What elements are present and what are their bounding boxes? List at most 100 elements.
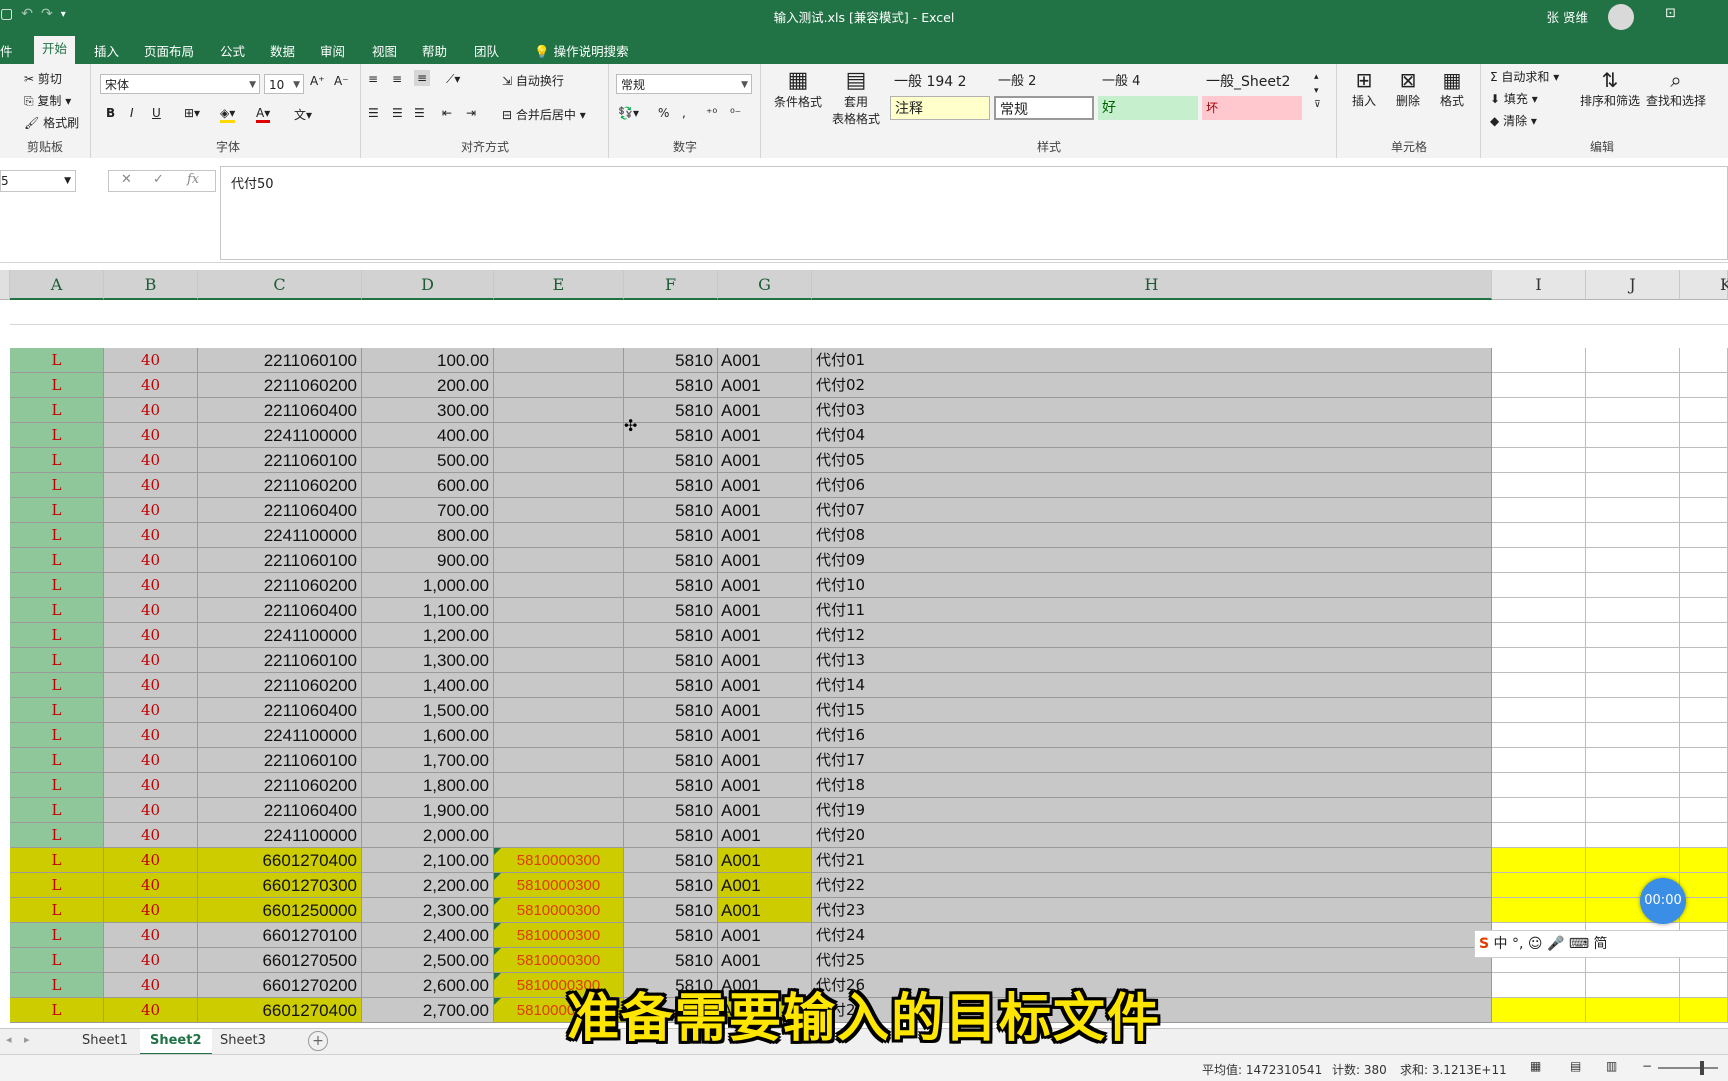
cell-d[interactable]: 1,000.00 bbox=[362, 573, 494, 598]
cell-c[interactable]: 2211060200 bbox=[198, 373, 362, 398]
cell-e[interactable] bbox=[494, 398, 624, 423]
style-normal[interactable]: 常规 bbox=[994, 96, 1094, 120]
zoom-slider-thumb[interactable] bbox=[1700, 1061, 1704, 1075]
cell-b[interactable]: 40 bbox=[104, 923, 198, 948]
cell-j[interactable] bbox=[1586, 423, 1680, 448]
cell-g[interactable]: A001 bbox=[718, 448, 812, 473]
cell-k[interactable] bbox=[1680, 898, 1728, 923]
number-format-select[interactable]: 常规 ▼ bbox=[616, 74, 752, 94]
cell-h[interactable]: 代付25 bbox=[812, 948, 1492, 973]
cell-h[interactable]: 代付12 bbox=[812, 623, 1492, 648]
cell-e[interactable] bbox=[494, 648, 624, 673]
cell-f[interactable]: 5810 bbox=[624, 923, 718, 948]
cell-k[interactable] bbox=[1680, 598, 1728, 623]
cell-b[interactable]: 40 bbox=[104, 773, 198, 798]
cell-b[interactable]: 40 bbox=[104, 373, 198, 398]
cell-k[interactable] bbox=[1680, 848, 1728, 873]
cell-a[interactable]: L bbox=[10, 648, 104, 673]
orientation-icon[interactable]: ⟋▾ bbox=[446, 72, 460, 87]
cell-b[interactable]: 40 bbox=[104, 598, 198, 623]
cell-g[interactable]: A001 bbox=[718, 573, 812, 598]
cell-e[interactable] bbox=[494, 423, 624, 448]
format-as-table-button[interactable]: ▤ 套用 表格格式 bbox=[826, 68, 886, 127]
cell-k[interactable] bbox=[1680, 648, 1728, 673]
sort-filter-button[interactable]: ⇅ 排序和筛选 bbox=[1578, 68, 1642, 109]
cell-b[interactable]: 40 bbox=[104, 348, 198, 373]
tab-view[interactable]: 视图 bbox=[364, 39, 405, 62]
cell-k[interactable] bbox=[1680, 473, 1728, 498]
cell-i[interactable] bbox=[1492, 898, 1586, 923]
cell-e[interactable] bbox=[494, 623, 624, 648]
cell-e[interactable] bbox=[494, 748, 624, 773]
cell-a[interactable]: L bbox=[10, 623, 104, 648]
tab-team[interactable]: 团队 bbox=[466, 39, 507, 62]
cell-k[interactable] bbox=[1680, 873, 1728, 898]
cell-g[interactable]: A001 bbox=[718, 798, 812, 823]
align-center-icon[interactable]: ☰ bbox=[392, 106, 403, 120]
cell-k[interactable] bbox=[1680, 723, 1728, 748]
cell-i[interactable] bbox=[1492, 598, 1586, 623]
cell-i[interactable] bbox=[1492, 448, 1586, 473]
cell-f[interactable]: 5810 bbox=[624, 373, 718, 398]
select-all-corner[interactable] bbox=[0, 270, 10, 300]
cell-c[interactable]: 2211060100 bbox=[198, 648, 362, 673]
cell-a[interactable]: L bbox=[10, 698, 104, 723]
cell-g[interactable]: A001 bbox=[718, 423, 812, 448]
page-break-view-icon[interactable]: ▥ bbox=[1606, 1059, 1617, 1073]
cell-h[interactable]: 代付16 bbox=[812, 723, 1492, 748]
cell-i[interactable] bbox=[1492, 723, 1586, 748]
col-header-d[interactable]: D bbox=[362, 270, 494, 300]
cell-e[interactable] bbox=[494, 798, 624, 823]
cell-e[interactable] bbox=[494, 573, 624, 598]
cell-g[interactable]: A001 bbox=[718, 548, 812, 573]
cell-f[interactable]: 5810 bbox=[624, 848, 718, 873]
cell-g[interactable]: A001 bbox=[718, 898, 812, 923]
cell-d[interactable]: 1,500.00 bbox=[362, 698, 494, 723]
cell-e[interactable] bbox=[494, 448, 624, 473]
cell-d[interactable]: 1,800.00 bbox=[362, 773, 494, 798]
cell-e[interactable] bbox=[494, 473, 624, 498]
cell-g[interactable]: A001 bbox=[718, 823, 812, 848]
border-icon[interactable]: ⊞▾ bbox=[184, 106, 200, 120]
cell-b[interactable]: 40 bbox=[104, 873, 198, 898]
cell-d[interactable]: 900.00 bbox=[362, 548, 494, 573]
cell-b[interactable]: 40 bbox=[104, 623, 198, 648]
cell-k[interactable] bbox=[1680, 523, 1728, 548]
cell-b[interactable]: 40 bbox=[104, 848, 198, 873]
cell-b[interactable]: 40 bbox=[104, 698, 198, 723]
cell-d[interactable]: 1,900.00 bbox=[362, 798, 494, 823]
cell-a[interactable]: L bbox=[10, 723, 104, 748]
col-header-i[interactable]: I bbox=[1492, 270, 1586, 300]
cell-c[interactable]: 2211060200 bbox=[198, 473, 362, 498]
cell-c[interactable]: 2211060400 bbox=[198, 698, 362, 723]
cell-b[interactable]: 40 bbox=[104, 548, 198, 573]
align-bottom-icon[interactable]: ≡ bbox=[414, 70, 431, 86]
cell-h[interactable]: 代付13 bbox=[812, 648, 1492, 673]
cell-d[interactable]: 2,400.00 bbox=[362, 923, 494, 948]
cell-j[interactable] bbox=[1586, 473, 1680, 498]
increase-decimal-icon[interactable]: ⁺⁰ bbox=[706, 106, 717, 120]
style-good[interactable]: 好 bbox=[1098, 96, 1198, 120]
cell-i[interactable] bbox=[1492, 398, 1586, 423]
cell-h[interactable]: 代付15 bbox=[812, 698, 1492, 723]
cell-h[interactable]: 代付23 bbox=[812, 898, 1492, 923]
cell-c[interactable]: 6601270300 bbox=[198, 873, 362, 898]
cell-g[interactable]: A001 bbox=[718, 748, 812, 773]
cell-g[interactable]: A001 bbox=[718, 648, 812, 673]
italic-button[interactable]: I bbox=[130, 106, 134, 120]
cell-f[interactable]: 5810 bbox=[624, 548, 718, 573]
cell-e[interactable] bbox=[494, 773, 624, 798]
cell-h[interactable]: 代付04 bbox=[812, 423, 1492, 448]
cell-a[interactable]: L bbox=[10, 423, 104, 448]
avatar[interactable] bbox=[1608, 4, 1634, 30]
cell-i[interactable] bbox=[1492, 798, 1586, 823]
cell-j[interactable] bbox=[1586, 398, 1680, 423]
cell-f[interactable]: 5810 bbox=[624, 898, 718, 923]
cell-g[interactable]: A001 bbox=[718, 348, 812, 373]
cell-e[interactable] bbox=[494, 498, 624, 523]
cell-k[interactable] bbox=[1680, 798, 1728, 823]
format-painter-button[interactable]: 🖌 格式刷 bbox=[24, 114, 79, 131]
cell-g[interactable]: A001 bbox=[718, 398, 812, 423]
cell-k[interactable] bbox=[1680, 548, 1728, 573]
cell-c[interactable]: 2211060200 bbox=[198, 773, 362, 798]
